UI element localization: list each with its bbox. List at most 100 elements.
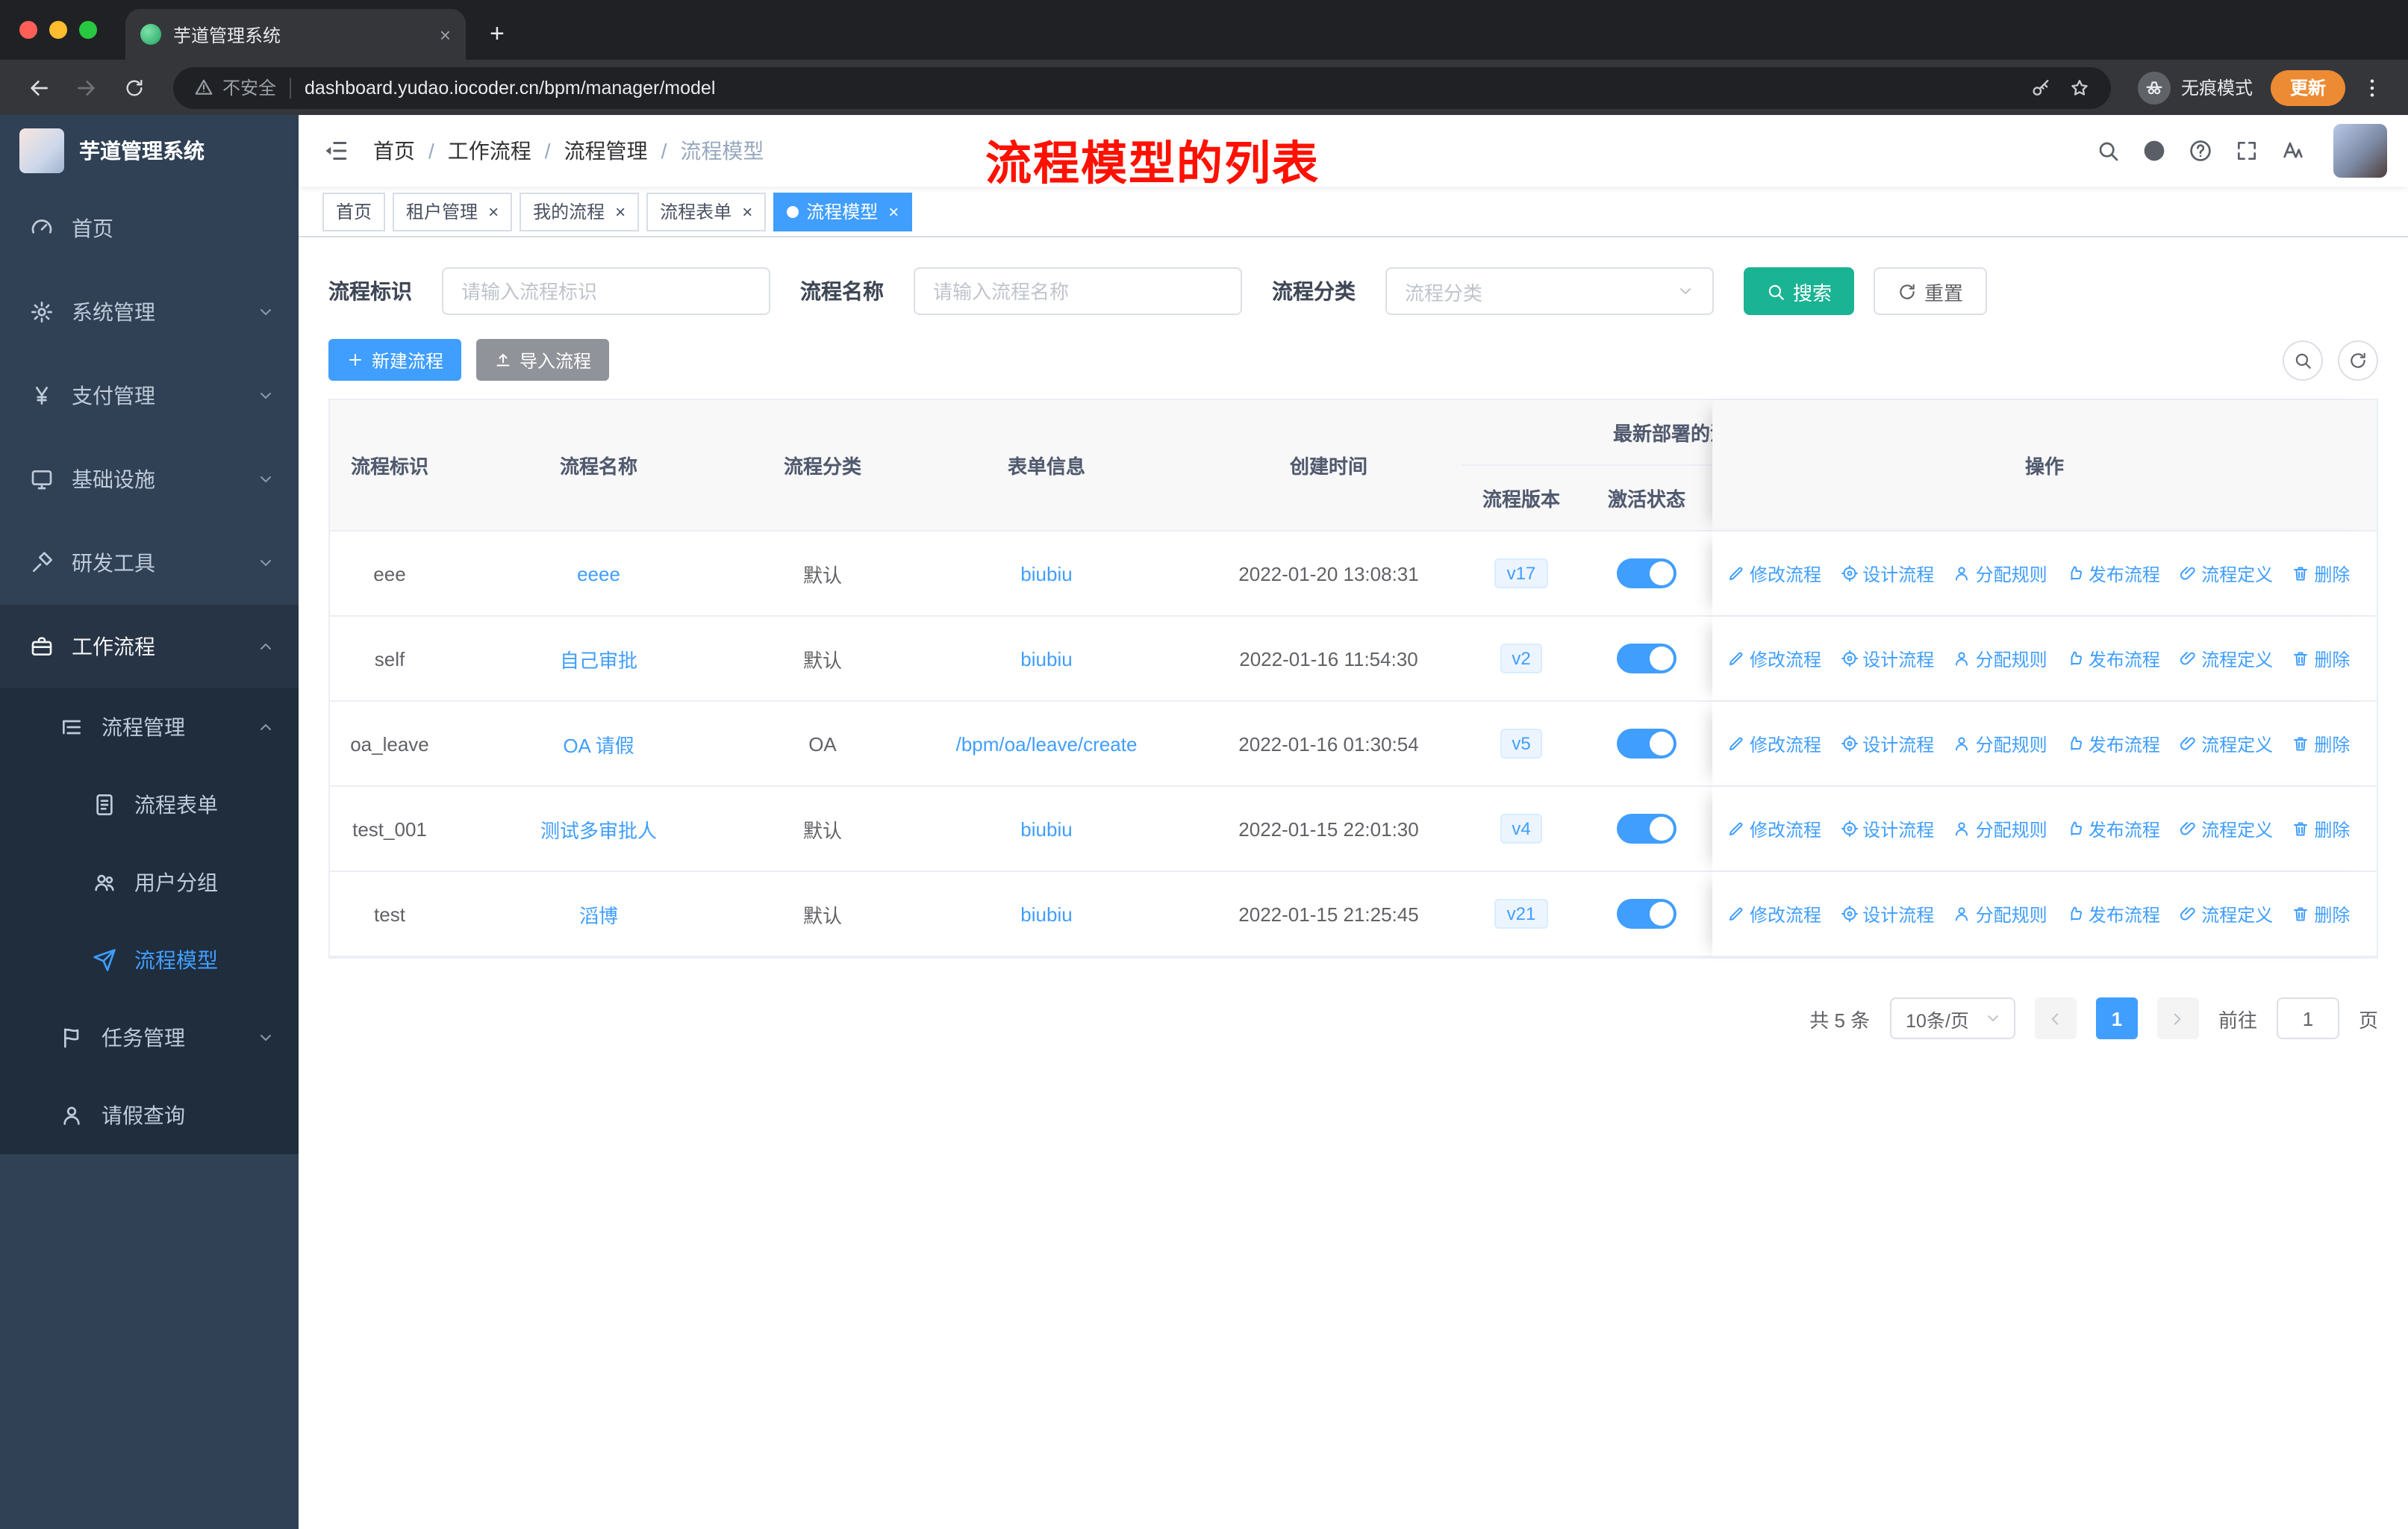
sidebar-item-task-manage[interactable]: 任务管理 [0, 999, 299, 1077]
publish-process-link[interactable]: 发布流程 [2066, 816, 2160, 841]
edit-process-link[interactable]: 修改流程 [1727, 731, 1821, 756]
reset-button[interactable]: 重置 [1874, 267, 1988, 315]
process-name-input[interactable] [914, 267, 1242, 315]
sidebar-item-home[interactable]: 首页 [0, 187, 299, 270]
assign-rule-link[interactable]: 分配规则 [1953, 561, 2047, 586]
assign-rule-link[interactable]: 分配规则 [1953, 731, 2047, 756]
sidebar-item-devtools[interactable]: 研发工具 [0, 521, 299, 605]
security-chip[interactable]: 不安全 [194, 75, 276, 100]
tag-home[interactable]: 首页 [322, 192, 386, 231]
browser-tab[interactable]: 芋道管理系统 × [125, 9, 466, 60]
help-icon[interactable] [2189, 139, 2212, 163]
version-badge[interactable]: v21 [1494, 899, 1548, 929]
goto-page-input[interactable] [2276, 997, 2339, 1039]
close-icon[interactable]: × [742, 201, 752, 222]
assign-rule-link[interactable]: 分配规则 [1953, 901, 2047, 927]
process-name-link[interactable]: 滔博 [579, 904, 618, 927]
version-badge[interactable]: v17 [1494, 558, 1548, 588]
assign-rule-link[interactable]: 分配规则 [1953, 816, 2047, 841]
publish-process-link[interactable]: 发布流程 [2066, 901, 2160, 927]
design-process-link[interactable]: 设计流程 [1840, 646, 1934, 671]
next-page-button[interactable] [2156, 997, 2199, 1039]
form-info-link[interactable]: /bpm/oa/leave/create [956, 732, 1138, 755]
form-info-link[interactable]: biubiu [1020, 818, 1072, 840]
process-definition-link[interactable]: 流程定义 [2179, 816, 2273, 841]
sidebar-item-system[interactable]: 系统管理 [0, 270, 299, 354]
search-icon[interactable] [2096, 139, 2120, 163]
sidebar-item-infrastructure[interactable]: 基础设施 [0, 437, 299, 521]
sidebar-item-process-form[interactable]: 流程表单 [0, 766, 299, 844]
bookmark-star-icon[interactable] [2069, 77, 2090, 98]
sidebar-item-process-model[interactable]: 流程模型 [0, 921, 299, 999]
edit-process-link[interactable]: 修改流程 [1727, 816, 1821, 841]
toggle-search-button[interactable] [2283, 340, 2323, 380]
design-process-link[interactable]: 设计流程 [1840, 816, 1934, 841]
design-process-link[interactable]: 设计流程 [1840, 731, 1934, 756]
design-process-link[interactable]: 设计流程 [1840, 901, 1934, 927]
font-size-icon[interactable] [2281, 139, 2305, 163]
version-badge[interactable]: v5 [1500, 729, 1543, 759]
search-button[interactable]: 搜索 [1744, 267, 1855, 315]
sidebar-logo[interactable]: 芋道管理系统 [0, 115, 299, 187]
reload-button[interactable] [116, 69, 152, 105]
tag-process-model[interactable]: 流程模型 × [773, 192, 913, 231]
close-icon[interactable]: × [488, 201, 499, 222]
design-process-link[interactable]: 设计流程 [1840, 561, 1934, 586]
delete-link[interactable]: 删除 [2292, 561, 2350, 586]
process-name-link[interactable]: OA 请假 [563, 734, 634, 756]
publish-process-link[interactable]: 发布流程 [2066, 561, 2160, 586]
tag-tenant-manage[interactable]: 租户管理 × [393, 192, 513, 231]
process-name-link[interactable]: 测试多审批人 [540, 819, 657, 841]
prev-page-button[interactable] [2034, 997, 2077, 1039]
edit-process-link[interactable]: 修改流程 [1727, 646, 1821, 671]
close-icon[interactable]: × [888, 201, 899, 222]
form-info-link[interactable]: biubiu [1020, 903, 1072, 925]
edit-process-link[interactable]: 修改流程 [1727, 901, 1821, 927]
page-number-button[interactable]: 1 [2095, 997, 2138, 1039]
import-process-button[interactable]: 导入流程 [476, 339, 610, 381]
refresh-table-button[interactable] [2338, 340, 2378, 380]
process-id-input[interactable] [442, 267, 770, 315]
delete-link[interactable]: 删除 [2292, 901, 2350, 927]
sidebar-item-workflow[interactable]: 工作流程 [0, 605, 299, 688]
assign-rule-link[interactable]: 分配规则 [1953, 646, 2047, 671]
breadcrumb-workflow[interactable]: 工作流程 [448, 136, 531, 166]
form-info-link[interactable]: biubiu [1020, 562, 1072, 585]
sidebar-item-process-manage[interactable]: 流程管理 [0, 688, 299, 766]
browser-update-button[interactable]: 更新 [2270, 69, 2345, 105]
edit-process-link[interactable]: 修改流程 [1727, 561, 1821, 586]
new-tab-button[interactable]: + [490, 21, 505, 46]
sidebar-item-user-group[interactable]: 用户分组 [0, 844, 299, 921]
create-process-button[interactable]: 新建流程 [328, 339, 462, 381]
close-icon[interactable]: × [615, 201, 626, 222]
form-info-link[interactable]: biubiu [1020, 647, 1072, 670]
breadcrumb-process-manage[interactable]: 流程管理 [564, 136, 648, 166]
collapse-sidebar-icon[interactable] [322, 137, 349, 164]
page-size-select[interactable]: 10条/页 [1889, 997, 2015, 1039]
forward-button[interactable] [69, 69, 105, 105]
active-toggle[interactable] [1617, 644, 1676, 673]
user-avatar[interactable] [2333, 124, 2387, 178]
publish-process-link[interactable]: 发布流程 [2066, 646, 2160, 671]
browser-menu-icon[interactable] [2357, 75, 2387, 99]
sidebar-item-payment[interactable]: 支付管理 [0, 354, 299, 437]
sidebar-item-leave-query[interactable]: 请假查询 [0, 1077, 299, 1154]
version-badge[interactable]: v2 [1500, 644, 1543, 673]
delete-link[interactable]: 删除 [2292, 646, 2350, 671]
publish-process-link[interactable]: 发布流程 [2066, 731, 2160, 756]
zoom-window-button[interactable] [79, 21, 97, 39]
tag-my-process[interactable]: 我的流程 × [520, 192, 640, 231]
github-icon[interactable] [2142, 139, 2166, 163]
process-definition-link[interactable]: 流程定义 [2179, 901, 2273, 927]
process-name-link[interactable]: eeee [577, 562, 620, 585]
password-key-icon[interactable] [2030, 77, 2051, 98]
tab-close-icon[interactable]: × [440, 25, 451, 44]
close-window-button[interactable] [19, 21, 37, 39]
active-toggle[interactable] [1617, 729, 1676, 759]
minimize-window-button[interactable] [49, 21, 67, 39]
category-select[interactable]: 流程分类 [1385, 267, 1714, 315]
tag-process-form[interactable]: 流程表单 × [646, 192, 767, 231]
breadcrumb-home[interactable]: 首页 [373, 136, 415, 166]
delete-link[interactable]: 删除 [2292, 731, 2350, 756]
delete-link[interactable]: 删除 [2292, 816, 2350, 841]
